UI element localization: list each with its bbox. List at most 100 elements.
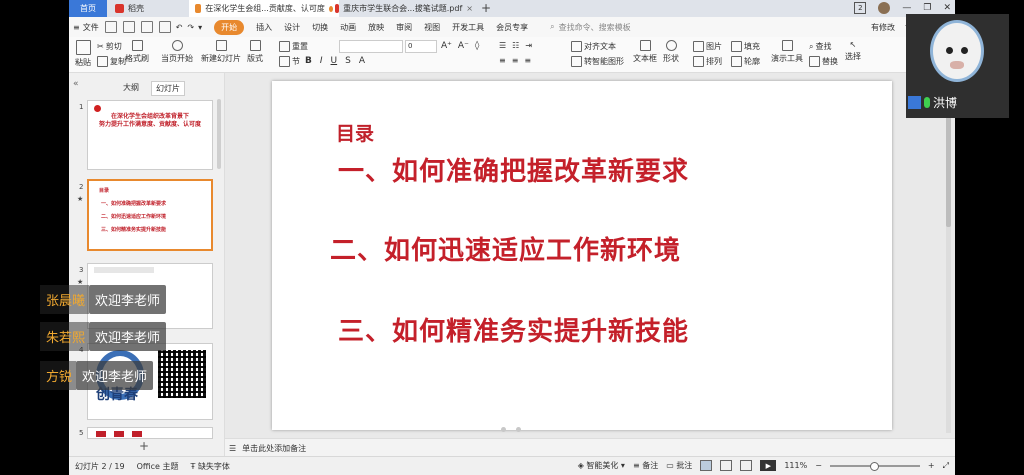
redo-icon[interactable]: ↷ (187, 23, 194, 32)
canvas-scroll-thumb[interactable] (946, 107, 951, 227)
canvas-scrollbar[interactable] (946, 81, 951, 433)
font-color-icon[interactable]: A (359, 56, 365, 66)
slide-item-1[interactable]: 一、如何准确把握改革新要求 (338, 151, 689, 188)
user-avatar[interactable] (878, 2, 891, 14)
shrink-font-icon[interactable]: A⁻ (458, 41, 469, 51)
align-right-icon[interactable]: ≡ (524, 56, 531, 65)
replace-button[interactable]: 替换 (809, 56, 838, 67)
clear-format-icon[interactable]: ◊ (475, 41, 479, 51)
notes-toggle-button[interactable]: ≡ 备注 (633, 460, 658, 471)
zoom-in-icon[interactable]: + (928, 461, 935, 470)
bold-icon[interactable]: B (305, 56, 312, 66)
changes-button[interactable]: 有修改 (871, 22, 895, 33)
hamburger-icon[interactable]: ≡ (73, 23, 80, 32)
zoom-level[interactable]: 111% (784, 461, 807, 470)
preview-icon[interactable] (158, 21, 171, 33)
slide-thumbnail-2[interactable]: 目录 一、如何准确把握改革新要求 二、如何迅速适应工作新环境 三、如何精准务实提… (87, 179, 213, 251)
theme-name[interactable]: Office 主题 (137, 461, 179, 472)
font-family-select[interactable] (339, 40, 403, 53)
save-icon[interactable] (104, 21, 117, 33)
beautify-button[interactable]: ◈ 智能美化 ▾ (578, 460, 625, 471)
sorter-view-icon[interactable] (720, 460, 733, 471)
comments-button[interactable]: ▭ 批注 (666, 460, 692, 471)
menu-member[interactable]: 会员专享 (496, 22, 528, 33)
find-button[interactable]: ⌕ 查找 (809, 41, 831, 52)
close-window-icon[interactable]: ✕ (943, 3, 951, 13)
new-slide-button[interactable]: 新建幻灯片 (201, 40, 241, 64)
paste-button[interactable]: 粘贴 (75, 40, 91, 68)
notes-area[interactable]: ☰ 单击此处添加备注 (225, 427, 955, 457)
collapse-panel-icon[interactable]: « (73, 79, 79, 89)
font-size-select[interactable]: 0 (405, 40, 437, 53)
menu-developer[interactable]: 开发工具 (452, 22, 484, 33)
menu-transition[interactable]: 切换 (312, 22, 328, 33)
page-dot[interactable] (516, 427, 521, 432)
outline-button[interactable]: 轮廓 (731, 56, 760, 67)
slide-heading[interactable]: 目录 (336, 119, 374, 146)
copy-button[interactable]: 复制 (97, 56, 126, 67)
fit-window-icon[interactable]: ⤢ (943, 461, 949, 471)
add-slide-button[interactable]: + (139, 439, 149, 453)
menu-home[interactable]: 开始 (214, 19, 245, 35)
align-left-icon[interactable]: ≡ (499, 56, 506, 65)
new-tab-button[interactable]: + (481, 1, 491, 15)
zoom-slider[interactable] (829, 461, 920, 471)
slide-item-3[interactable]: 三、如何精准务实提升新技能 (338, 311, 689, 348)
participant-video[interactable]: 洪博 (906, 14, 1009, 118)
strike-icon[interactable]: S (345, 56, 351, 66)
align-center-icon[interactable]: ≡ (512, 56, 519, 65)
dropdown-icon[interactable]: ▾ (198, 23, 202, 32)
format-painter-button[interactable]: 格式刷 (125, 40, 149, 64)
tab-home[interactable]: 首页 (69, 0, 107, 17)
current-slide[interactable]: 目录 一、如何准确把握改革新要求 二、如何迅速适应工作新环境 三、如何精准务实提… (272, 81, 892, 430)
export-icon[interactable] (122, 21, 135, 33)
page-dot[interactable] (501, 427, 506, 432)
menu-animation[interactable]: 动画 (340, 22, 356, 33)
underline-icon[interactable]: U (331, 56, 338, 66)
layout-button[interactable]: 版式 (247, 40, 263, 64)
fill-button[interactable]: 填充 (731, 41, 760, 52)
picture-button[interactable]: 图片 (693, 41, 722, 52)
smart-art-button[interactable]: 转智能图形 (571, 56, 624, 67)
italic-icon[interactable]: I (320, 56, 323, 66)
text-align-button[interactable]: 对齐文本 (571, 41, 616, 52)
start-current-button[interactable]: 当页开始 (161, 40, 193, 64)
slide-item-2[interactable]: 二、如何迅速适应工作新环境 (330, 230, 681, 267)
menu-insert[interactable]: 插入 (256, 22, 272, 33)
tab-outline[interactable]: 大纲 (119, 81, 143, 96)
undo-icon[interactable]: ↶ (176, 23, 183, 32)
panel-scrollbar[interactable] (217, 99, 221, 169)
menu-file[interactable]: 文件 (83, 22, 99, 33)
slide-thumbnail-5[interactable] (87, 427, 213, 439)
tab-slides[interactable]: 幻灯片 (151, 81, 185, 96)
arrange-button[interactable]: 排列 (693, 56, 722, 67)
tab-presentation[interactable]: 在深化学生会组...贡献度、认可度 (189, 0, 339, 17)
slide-thumbnail-1[interactable]: 在深化学生会组织改革背景下 努力提升工作满意度、贡献度、认可度 (87, 100, 213, 170)
menu-review[interactable]: 审阅 (396, 22, 412, 33)
print-icon[interactable] (140, 21, 153, 33)
normal-view-icon[interactable] (700, 460, 713, 471)
minimize-icon[interactable]: — (902, 3, 911, 13)
numbering-icon[interactable]: ☷ (512, 41, 519, 50)
menu-view[interactable]: 视图 (424, 22, 440, 33)
shape-button[interactable]: 形状 (663, 40, 679, 64)
command-search[interactable]: ⌕ 查找命令、搜索模板 (550, 22, 630, 33)
presentation-tools-button[interactable]: 演示工具 (771, 40, 803, 64)
close-tab-icon[interactable]: × (466, 4, 473, 13)
cut-button[interactable]: ✂ 剪切 (97, 41, 122, 52)
zoom-slider-knob[interactable] (869, 461, 879, 471)
menu-design[interactable]: 设计 (284, 22, 300, 33)
tab-docer[interactable]: 稻壳 (109, 0, 191, 17)
slideshow-play-icon[interactable]: ▶ (760, 460, 777, 471)
zoom-out-icon[interactable]: − (815, 461, 822, 470)
indent-icon[interactable]: ⇥ (525, 41, 532, 50)
textbox-button[interactable]: 文本框 (633, 40, 657, 64)
restore-icon[interactable]: ❐ (923, 3, 931, 13)
menu-slideshow[interactable]: 放映 (368, 22, 384, 33)
grow-font-icon[interactable]: A⁺ (441, 41, 452, 51)
section-button[interactable]: 节 (279, 56, 300, 67)
reset-button[interactable]: 重置 (279, 41, 308, 52)
tab-pdf[interactable]: 重庆市学生联合会...拔笔试题.pdf × (329, 0, 479, 17)
missing-font-button[interactable]: Ŧ 缺失字体 (191, 461, 230, 472)
select-button[interactable]: ↖ 选择 (845, 40, 861, 62)
